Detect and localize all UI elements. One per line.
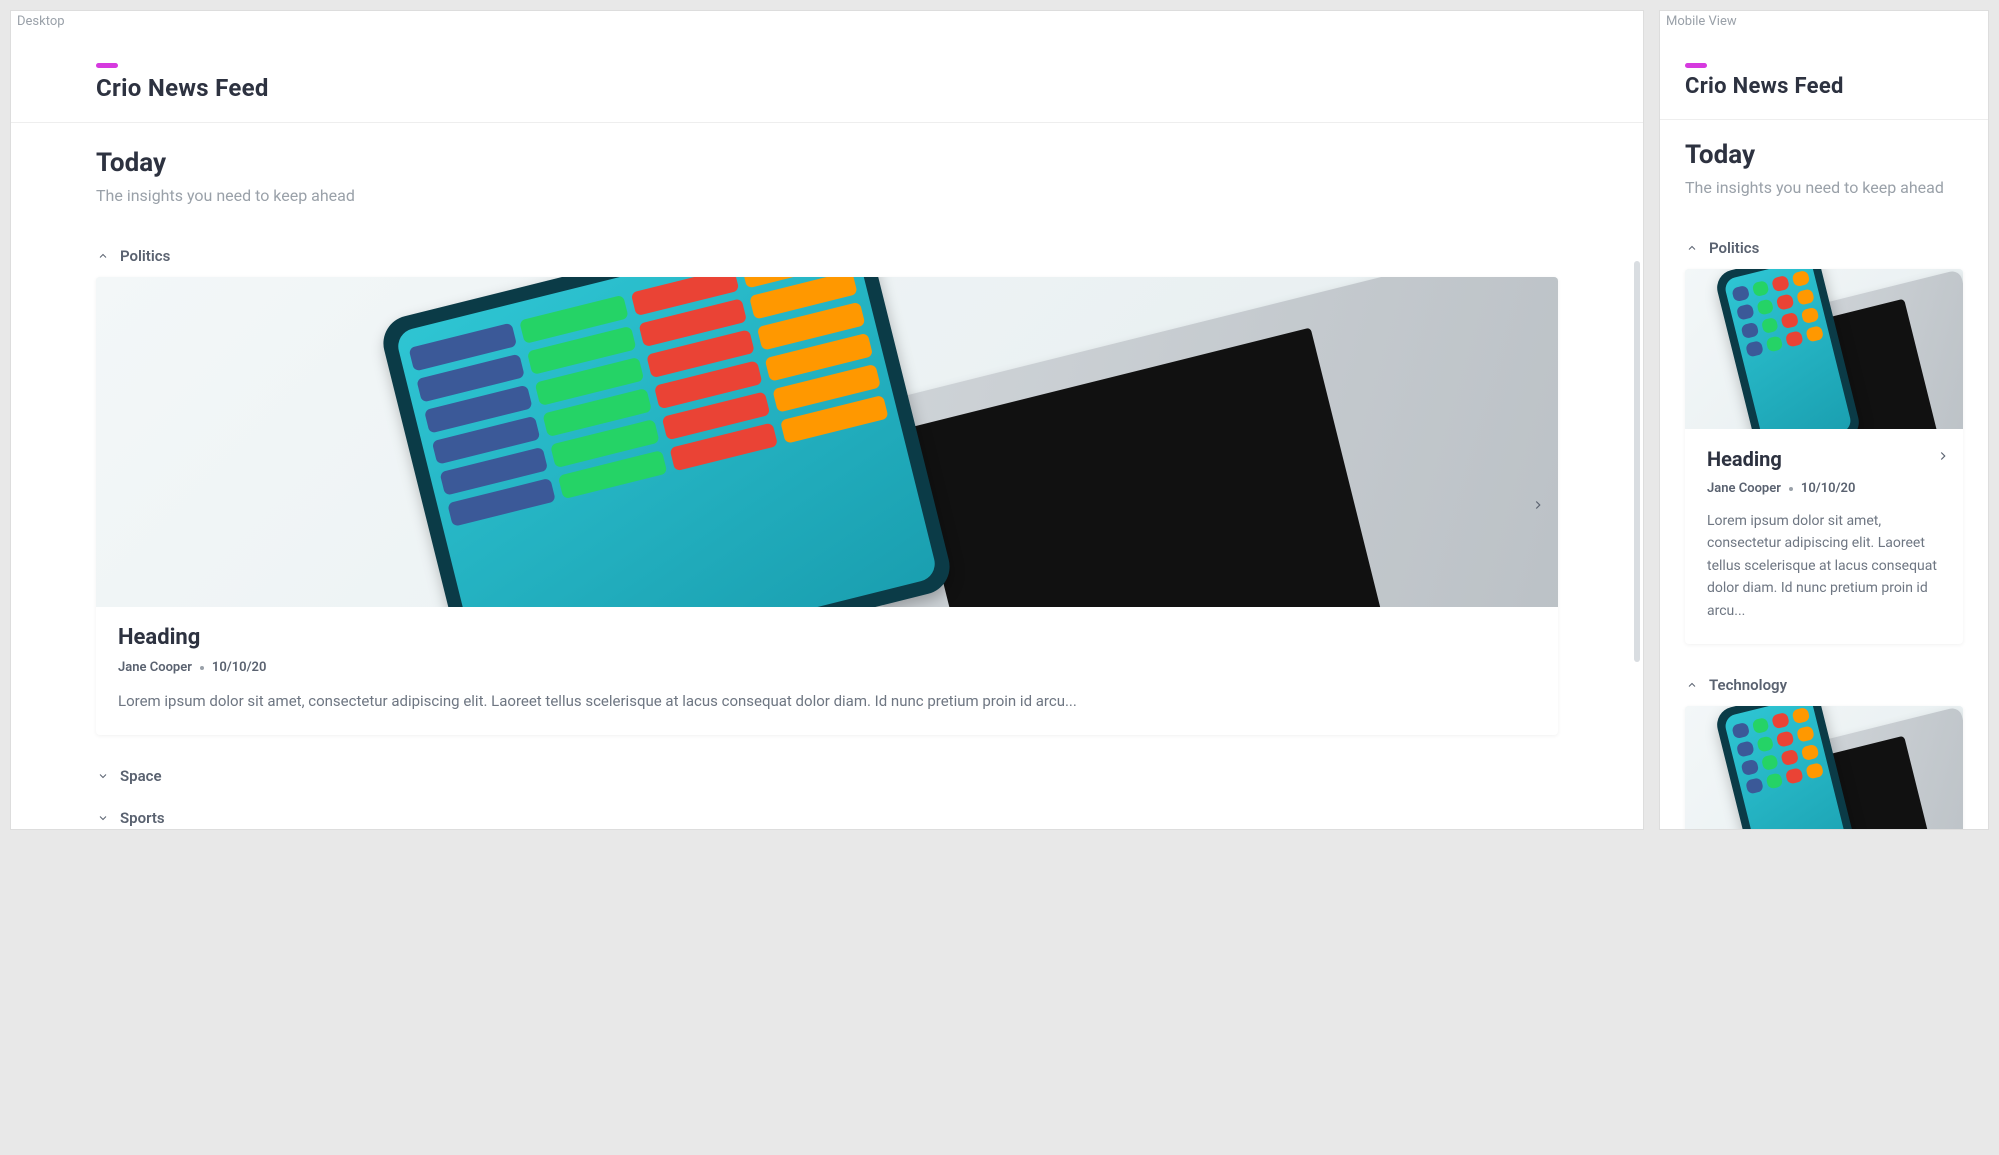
- article-date: 10/10/20: [1801, 481, 1855, 496]
- desktop-preview-label: Desktop: [17, 14, 65, 29]
- meta-separator-icon: [1789, 487, 1793, 491]
- accordion-label: Sports: [120, 809, 165, 827]
- accordion-toggle-politics[interactable]: Politics: [1685, 227, 1963, 269]
- article-card[interactable]: Heading Jane Cooper 10/10/20 Lorem ipsum…: [1685, 269, 1963, 644]
- article-heading: Heading: [1707, 447, 1941, 471]
- section-title: Today: [96, 148, 1558, 178]
- article-excerpt: Lorem ipsum dolor sit amet, consectetur …: [118, 689, 1536, 713]
- article-image: [1685, 706, 1963, 829]
- carousel-next-button[interactable]: [1524, 492, 1552, 520]
- app-root: Crio News Feed Today The insights you ne…: [1660, 11, 1988, 829]
- article-excerpt: Lorem ipsum dolor sit amet, consectetur …: [1707, 510, 1941, 622]
- main-content: Today The insights you need to keep ahea…: [11, 123, 1643, 829]
- brand-accent: [1685, 63, 1707, 68]
- main-content: Today The insights you need to keep ahea…: [1660, 120, 1988, 829]
- desktop-preview-frame: Desktop Crio News Feed Today The insight…: [10, 10, 1644, 830]
- scrollbar-thumb[interactable]: [1634, 261, 1640, 662]
- chevron-down-icon: [96, 769, 110, 783]
- chevron-up-icon: [96, 249, 110, 263]
- chevron-right-icon: [1936, 448, 1950, 467]
- article-body: Heading Jane Cooper 10/10/20 Lorem ipsum…: [1685, 429, 1963, 644]
- article-card[interactable]: Heading Jane Cooper 10/10/20 Lorem ipsum…: [96, 277, 1558, 735]
- brand-title: Crio News Feed: [96, 74, 1558, 102]
- app-header: Crio News Feed: [11, 33, 1643, 123]
- accordion-toggle-politics[interactable]: Politics: [96, 235, 1558, 277]
- mobile-preview-frame: Mobile View Crio News Feed Today The ins…: [1659, 10, 1989, 830]
- chevron-right-icon: [1531, 497, 1545, 516]
- chevron-up-icon: [1685, 678, 1699, 692]
- accordion-toggle-sports[interactable]: Sports: [96, 797, 1558, 829]
- accordion-toggle-space[interactable]: Space: [96, 755, 1558, 797]
- article-image: [96, 277, 1558, 607]
- section-subtitle: The insights you need to keep ahead: [1685, 178, 1963, 197]
- article-meta: Jane Cooper 10/10/20: [118, 660, 1536, 675]
- article-card[interactable]: [1685, 706, 1963, 829]
- article-heading: Heading: [118, 625, 1536, 650]
- accordion-label: Politics: [120, 247, 170, 265]
- meta-separator-icon: [200, 666, 204, 670]
- scrollbar[interactable]: [1634, 141, 1640, 809]
- article-image: [1685, 269, 1963, 429]
- mobile-preview-label: Mobile View: [1666, 14, 1737, 29]
- chevron-down-icon: [96, 811, 110, 825]
- brand-title: Crio News Feed: [1685, 74, 1963, 99]
- accordion-label: Technology: [1709, 676, 1787, 694]
- app-root: Crio News Feed Today The insights you ne…: [11, 11, 1643, 829]
- section-title: Today: [1685, 140, 1963, 170]
- carousel-next-button[interactable]: [1929, 443, 1957, 471]
- article-author: Jane Cooper: [1707, 481, 1781, 496]
- chevron-up-icon: [1685, 241, 1699, 255]
- app-header: Crio News Feed: [1660, 33, 1988, 120]
- section-subtitle: The insights you need to keep ahead: [96, 186, 1558, 205]
- brand-accent: [96, 63, 118, 68]
- accordion-label: Politics: [1709, 239, 1759, 257]
- accordion-label: Space: [120, 767, 162, 785]
- article-body: Heading Jane Cooper 10/10/20 Lorem ipsum…: [96, 607, 1558, 735]
- article-meta: Jane Cooper 10/10/20: [1707, 481, 1941, 496]
- article-date: 10/10/20: [212, 660, 266, 675]
- article-author: Jane Cooper: [118, 660, 192, 675]
- accordion-toggle-technology[interactable]: Technology: [1685, 664, 1963, 706]
